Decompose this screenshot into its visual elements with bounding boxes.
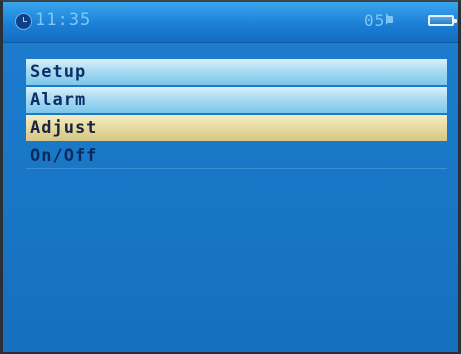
menu-item-adjust[interactable]: Adjust bbox=[26, 115, 447, 141]
volume-level: 05 bbox=[364, 11, 386, 30]
speaker-icon bbox=[388, 16, 393, 23]
menu-item-setup[interactable]: Setup bbox=[26, 59, 447, 85]
device-screen: 11:35 05 Setup Alarm Adjust On/Off bbox=[0, 0, 461, 354]
battery-icon bbox=[428, 15, 457, 26]
clock-icon bbox=[15, 13, 32, 30]
menu-item-on-off[interactable]: On/Off bbox=[26, 143, 447, 169]
clock-time: 11:35 bbox=[35, 10, 92, 30]
status-bar: 11:35 05 bbox=[3, 2, 458, 43]
menu-item-alarm[interactable]: Alarm bbox=[26, 87, 447, 113]
menu-list: Setup Alarm Adjust On/Off bbox=[26, 59, 447, 171]
